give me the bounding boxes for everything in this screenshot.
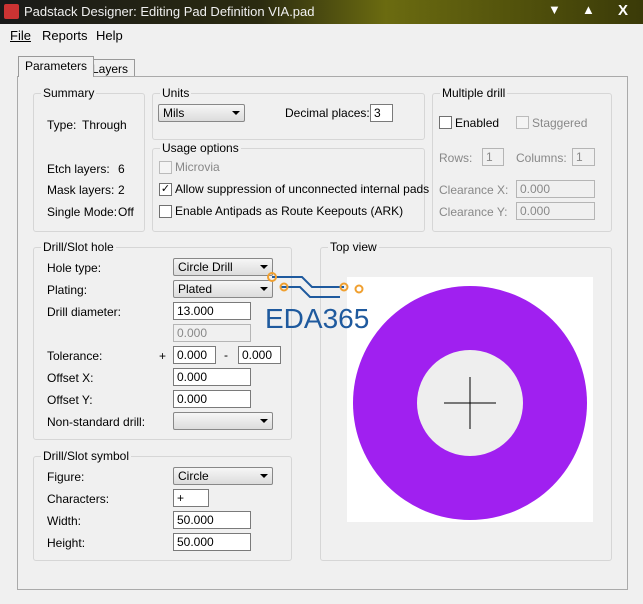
etch-label: Etch layers: <box>47 162 110 176</box>
height-label: Height: <box>47 536 86 550</box>
group-title: Units <box>160 86 192 100</box>
width-label: Width: <box>47 514 82 528</box>
type-label: Type: <box>47 118 77 132</box>
hole-type-select[interactable]: Circle Drill <box>173 258 273 276</box>
group-title: Top view <box>328 240 379 254</box>
decimal-input[interactable]: 3 <box>370 104 393 122</box>
pad-preview <box>347 277 593 522</box>
svg-text:EDA365: EDA365 <box>265 303 369 334</box>
tab-parameters[interactable]: Parameters <box>18 56 95 77</box>
drill-diameter-label: Drill diameter: <box>47 305 122 319</box>
group-title: Drill/Slot hole <box>41 240 116 254</box>
single-value: Off <box>118 205 134 219</box>
allow-suppression-checkbox[interactable]: ✓ <box>159 183 172 196</box>
offset-y-label: Offset Y: <box>47 393 93 407</box>
staggered-label: Staggered <box>532 116 588 130</box>
characters-label: Characters: <box>47 492 110 506</box>
window-title: Padstack Designer: Editing Pad Definitio… <box>24 4 315 19</box>
microvia-label: Microvia <box>175 160 220 174</box>
eda365-watermark-logo: EDA365 <box>265 272 369 334</box>
offset-y-input[interactable]: 0.000 <box>173 390 251 408</box>
units-value: Mils <box>163 106 185 120</box>
group-title: Usage options <box>160 141 241 155</box>
drill-diameter-2-input[interactable]: 0.000 <box>173 324 251 342</box>
etch-value: 6 <box>118 162 125 176</box>
tolerance-plus-input[interactable]: 0.000 <box>173 346 216 364</box>
non-standard-drill-label: Non-standard drill: <box>47 415 146 429</box>
microvia-checkbox[interactable] <box>159 161 172 174</box>
non-standard-drill-select[interactable] <box>173 412 273 430</box>
clearance-y-input[interactable]: 0.000 <box>516 202 595 220</box>
menu-reports[interactable]: Reports <box>42 28 88 43</box>
clearance-y-label: Clearance Y: <box>439 205 508 219</box>
characters-input[interactable]: + <box>173 489 209 507</box>
mask-label: Mask layers: <box>47 183 115 197</box>
offset-x-input[interactable]: 0.000 <box>173 368 251 386</box>
single-label: Single Mode: <box>47 205 118 219</box>
plating-select[interactable]: Plated <box>173 280 273 298</box>
columns-label: Columns: <box>516 151 567 165</box>
height-input[interactable]: 50.000 <box>173 533 251 551</box>
close-button[interactable]: X <box>618 2 628 19</box>
minimize-button[interactable]: ▼ <box>548 2 561 17</box>
width-input[interactable]: 50.000 <box>173 511 251 529</box>
chevron-down-icon <box>260 265 268 269</box>
offset-x-label: Offset X: <box>47 371 94 385</box>
minus-sign: - <box>224 348 228 362</box>
tolerance-label: Tolerance: <box>47 349 103 363</box>
columns-input[interactable]: 1 <box>572 148 595 166</box>
enabled-checkbox[interactable] <box>439 116 452 129</box>
group-title: Summary <box>41 86 97 100</box>
clearance-x-input[interactable]: 0.000 <box>516 180 595 198</box>
chevron-down-icon <box>260 419 268 423</box>
type-value: Through <box>82 118 127 132</box>
clearance-x-label: Clearance X: <box>439 183 509 197</box>
rows-input[interactable]: 1 <box>482 148 504 166</box>
decimal-label: Decimal places: <box>285 106 370 120</box>
hole-type-label: Hole type: <box>47 261 102 275</box>
hole-type-value: Circle Drill <box>178 260 233 274</box>
plating-value: Plated <box>178 282 213 296</box>
ark-checkbox[interactable] <box>159 205 172 218</box>
rows-label: Rows: <box>439 151 473 165</box>
group-title: Multiple drill <box>440 86 508 100</box>
enabled-label: Enabled <box>455 116 500 130</box>
title-bar: Padstack Designer: Editing Pad Definitio… <box>0 0 643 24</box>
chevron-down-icon <box>232 111 240 115</box>
menu-help[interactable]: Help <box>96 28 123 43</box>
allow-suppression-label: Allow suppression of unconnected interna… <box>175 182 430 196</box>
plating-label: Plating: <box>47 283 88 297</box>
figure-label: Figure: <box>47 470 85 484</box>
app-icon <box>4 4 19 19</box>
figure-value: Circle <box>178 469 209 483</box>
ark-label: Enable Antipads as Route Keepouts (ARK) <box>175 204 404 218</box>
drill-diameter-input[interactable]: 13.000 <box>173 302 251 320</box>
maximize-button[interactable]: ▲ <box>582 2 595 17</box>
group-title: Drill/Slot symbol <box>41 449 132 463</box>
chevron-down-icon <box>260 474 268 478</box>
menu-file[interactable]: File <box>10 28 31 43</box>
plus-sign: + <box>159 349 167 363</box>
tolerance-minus-input[interactable]: 0.000 <box>238 346 281 364</box>
mask-value: 2 <box>118 183 125 197</box>
staggered-checkbox[interactable] <box>516 116 529 129</box>
figure-select[interactable]: Circle <box>173 467 273 485</box>
units-select[interactable]: Mils <box>158 104 245 122</box>
